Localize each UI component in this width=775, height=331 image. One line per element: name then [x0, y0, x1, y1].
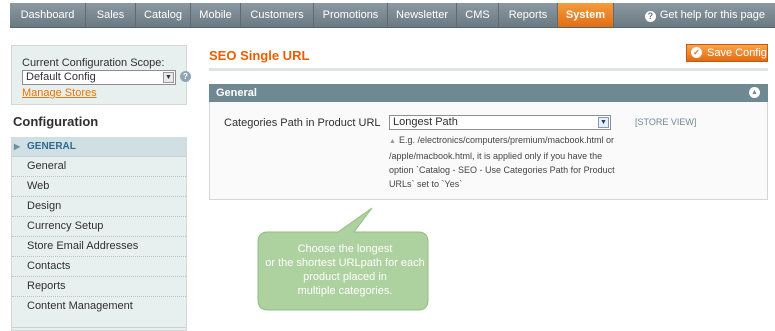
nav-newsletter[interactable]: Newsletter — [388, 3, 457, 27]
checkmark-icon: ✓ — [691, 47, 702, 58]
callout-line: product placed in — [303, 271, 387, 283]
nav-sales[interactable]: Sales — [86, 3, 136, 27]
help-icon[interactable]: ? — [180, 71, 191, 82]
save-config-button[interactable]: ✓ Save Config — [686, 44, 768, 62]
sidebar-section-general[interactable]: ▶ GENERAL — [12, 137, 186, 157]
sidebar-divider — [12, 327, 186, 328]
manage-stores-link[interactable]: Manage Stores — [22, 87, 97, 99]
sidebar-section-label: GENERAL — [27, 141, 76, 152]
help-link-label: Get help for this page — [659, 9, 765, 21]
categories-path-value: Longest Path — [393, 116, 458, 128]
nav-dashboard[interactable]: Dashboard — [10, 3, 86, 27]
chevron-down-icon: ▼ — [598, 117, 609, 128]
scope-select[interactable]: Default Config ▼ — [22, 70, 176, 85]
save-config-label: Save Config — [707, 47, 767, 59]
sidebar-item-store-email-addresses[interactable]: Store Email Addresses — [12, 237, 186, 257]
fieldset-header[interactable]: General ▲ — [209, 84, 768, 102]
scope-switcher: Current Configuration Scope: Default Con… — [11, 45, 191, 105]
note-line: option `Catalog - SEO - Use Categories P… — [389, 165, 615, 175]
collapse-icon[interactable]: ▲ — [749, 87, 760, 98]
sidebar-title: Configuration — [11, 107, 189, 137]
nav-mobile[interactable]: Mobile — [191, 3, 241, 27]
callout-line: or the shortest URLpath for each — [265, 257, 425, 269]
nav-customers[interactable]: Customers — [241, 3, 314, 27]
field-note: ▲ E.g. /electronics/computers/premium/mac… — [389, 133, 619, 191]
sidebar-item-general[interactable]: General — [12, 157, 186, 177]
fieldset-title: General — [216, 87, 257, 99]
sidebar-item-content-management[interactable]: Content Management — [12, 297, 186, 316]
help-link[interactable]: ? Get help for this page — [644, 3, 765, 27]
store-view-scope-tag: [STORE VIEW] — [635, 117, 697, 127]
categories-path-select[interactable]: Longest Path ▼ — [389, 115, 611, 130]
note-line: URLs` set to `Yes` — [389, 179, 463, 189]
title-divider — [209, 68, 768, 71]
top-navigation: Dashboard Sales Catalog Mobile Customers… — [0, 0, 775, 29]
scope-label: Current Configuration Scope: — [22, 57, 165, 69]
sidebar-item-currency-setup[interactable]: Currency Setup — [12, 217, 186, 237]
note-line: /apple/macbook.html, it is applied only … — [389, 151, 603, 161]
chevron-down-icon: ▼ — [163, 72, 174, 83]
callout-line: multiple categories. — [297, 285, 393, 297]
scope-select-value: Default Config — [26, 71, 96, 83]
sidebar-item-design[interactable]: Design — [12, 197, 186, 217]
callout-text: Choose the longest or the shortest URLpa… — [262, 242, 428, 298]
page-title: SEO Single URL — [209, 48, 310, 63]
help-icon: ? — [644, 11, 656, 22]
callout-line: Choose the longest — [297, 243, 393, 255]
categories-path-label: Categories Path in Product URL — [224, 117, 381, 129]
nav-promotions[interactable]: Promotions — [314, 3, 388, 27]
sidebar-item-contacts[interactable]: Contacts — [12, 257, 186, 277]
nav-system[interactable]: System — [558, 3, 614, 27]
sidebar-section-list: ▶ GENERAL General Web Design Currency Se… — [11, 137, 187, 331]
caret-up-icon: ▲ — [389, 138, 396, 145]
note-line-text: E.g. /electronics/computers/premium/macb… — [398, 135, 615, 145]
note-line: ▲ E.g. /electronics/computers/premium/mac… — [389, 133, 619, 149]
triangle-right-icon: ▶ — [14, 142, 21, 151]
sidebar-item-web[interactable]: Web — [12, 177, 186, 197]
nav-reports[interactable]: Reports — [499, 3, 558, 27]
sidebar-item-reports[interactable]: Reports — [12, 277, 186, 297]
nav-cms[interactable]: CMS — [457, 3, 499, 27]
nav-catalog[interactable]: Catalog — [136, 3, 191, 27]
